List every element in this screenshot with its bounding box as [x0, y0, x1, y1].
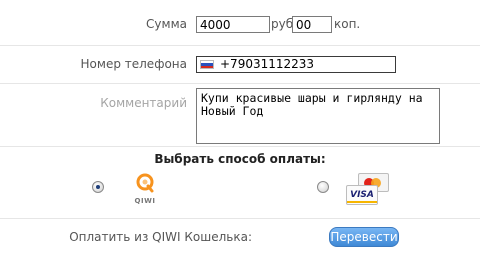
pay-from-wallet-label: Оплатить из QIWI Кошелька: [69, 230, 252, 244]
amount-kopecks-input[interactable] [292, 16, 332, 33]
comment-label: Комментарий [100, 96, 187, 110]
kopecks-unit: коп. [334, 17, 361, 31]
visa-card-icon: VISA [346, 185, 378, 205]
radio-selected-dot [96, 185, 100, 189]
divider [0, 45, 480, 46]
phone-field[interactable]: +79031112233 [196, 56, 396, 73]
amount-rubles-input[interactable] [196, 16, 270, 33]
qiwi-radio[interactable] [92, 181, 104, 193]
visa-text: VISA [350, 190, 374, 200]
amount-label: Сумма [146, 17, 187, 31]
russia-flag-icon[interactable] [200, 60, 214, 69]
qiwi-logo-text: QIWI [134, 197, 156, 205]
phone-label: Номер телефона [80, 57, 187, 71]
divider [0, 83, 480, 84]
divider [0, 218, 480, 219]
transfer-button[interactable]: Перевести [329, 227, 399, 247]
divider [0, 146, 480, 147]
card-radio[interactable] [317, 181, 329, 193]
comment-textarea[interactable]: Купи красивые шары и гирлянду на Новый Г… [196, 88, 440, 144]
qiwi-icon [136, 173, 154, 193]
payment-method-heading: Выбрать способ оплаты: [154, 152, 326, 166]
card-logos[interactable]: VISA [344, 173, 392, 207]
qiwi-logo[interactable]: QIWI [131, 172, 159, 206]
phone-input-value: +79031112233 [220, 57, 315, 71]
